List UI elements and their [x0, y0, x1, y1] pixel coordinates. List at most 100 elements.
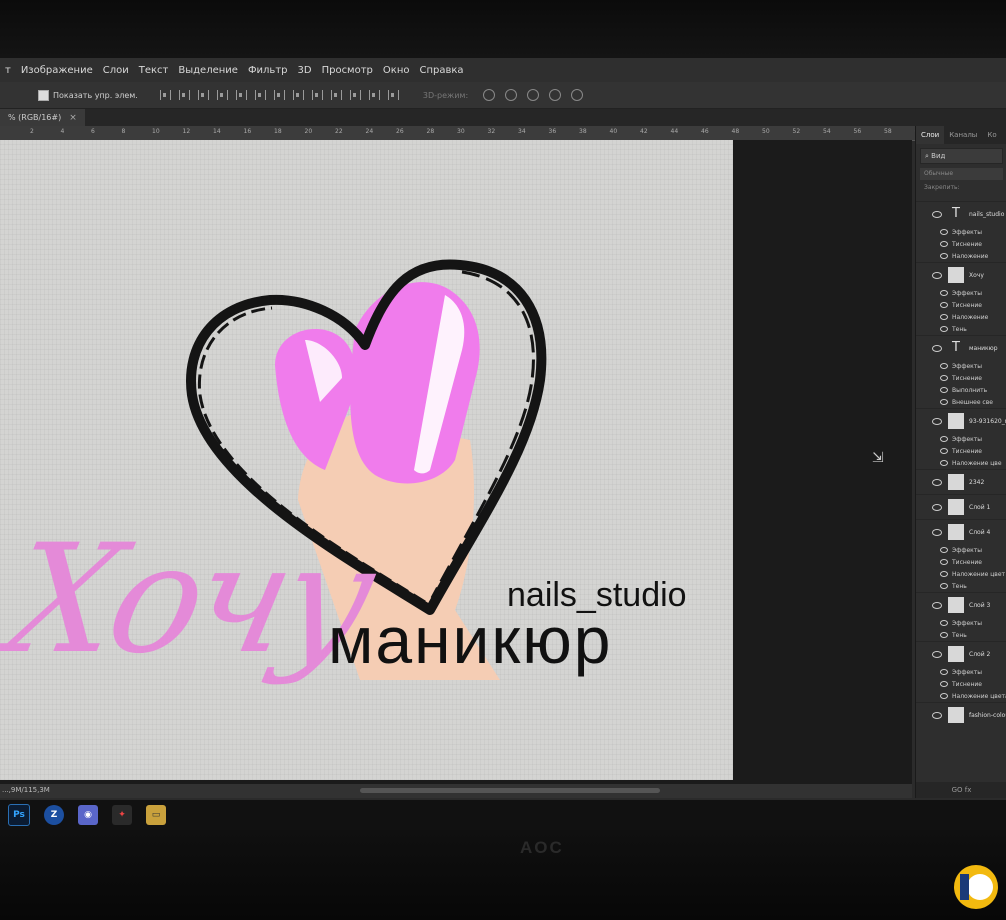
orbit-3d-icon[interactable]	[483, 89, 496, 101]
distribute-bottom-icon[interactable]	[311, 90, 323, 100]
layer-effect-row[interactable]: Внешнее све	[916, 396, 1006, 408]
layer-row[interactable]: Хочу	[916, 262, 1006, 287]
eye-icon[interactable]	[940, 363, 948, 369]
menu-item[interactable]: Справка	[414, 65, 468, 76]
eye-icon[interactable]	[940, 229, 948, 235]
eye-icon[interactable]	[940, 632, 948, 638]
scale-3d-icon[interactable]	[571, 89, 584, 101]
layer-row[interactable]: Слой 1	[916, 494, 1006, 519]
menu-item[interactable]: 3D	[293, 65, 317, 76]
taskbar-photoshop-icon[interactable]: Ps	[8, 804, 30, 826]
menu-item[interactable]: т	[0, 65, 16, 76]
layer-row[interactable]: fashion-colours-nail-vec	[916, 702, 1006, 727]
align-right-icon[interactable]	[254, 90, 266, 100]
eye-icon[interactable]	[940, 693, 948, 699]
layer-effect-row[interactable]: Тень	[916, 323, 1006, 335]
eye-icon[interactable]	[932, 601, 942, 609]
taskbar-bird-icon[interactable]: ✦	[112, 805, 132, 825]
layer-effect-row[interactable]: Выполнить	[916, 384, 1006, 396]
distribute-left-icon[interactable]	[330, 90, 342, 100]
layer-effect-row[interactable]: Эффекты	[916, 544, 1006, 556]
document-canvas[interactable]: Хочу nails_studio маникюр	[0, 140, 733, 780]
menu-item[interactable]: Просмотр	[317, 65, 378, 76]
taskbar-discord-icon[interactable]: ◉	[78, 805, 98, 825]
eye-icon[interactable]	[932, 528, 942, 536]
eye-icon[interactable]	[932, 478, 942, 486]
menu-item[interactable]: Слои	[98, 65, 134, 76]
layer-effect-row[interactable]: Наложение цве	[916, 457, 1006, 469]
document-tab[interactable]: % (RGB/16#) ×	[0, 109, 85, 126]
eye-icon[interactable]	[932, 271, 942, 279]
auto-align-icon[interactable]	[387, 90, 399, 100]
layer-row[interactable]: Слой 3	[916, 592, 1006, 617]
layer-effect-row[interactable]: Эффекты	[916, 360, 1006, 372]
menu-item[interactable]: Окно	[378, 65, 415, 76]
horizontal-scrollbar[interactable]	[360, 788, 660, 793]
menu-item[interactable]: Выделение	[173, 65, 243, 76]
distribute-center-icon[interactable]	[349, 90, 361, 100]
eye-icon[interactable]	[940, 241, 948, 247]
blend-mode-select[interactable]: Обычные	[920, 168, 1003, 180]
eye-icon[interactable]	[932, 344, 942, 352]
layer-effect-row[interactable]: Тиснение	[916, 445, 1006, 457]
layer-row[interactable]: Слой 2	[916, 641, 1006, 666]
eye-icon[interactable]	[940, 460, 948, 466]
panel-tab[interactable]: Каналы	[944, 131, 982, 139]
layer-effect-row[interactable]: Тиснение	[916, 238, 1006, 250]
align-left-icon[interactable]	[216, 90, 228, 100]
eye-icon[interactable]	[940, 448, 948, 454]
align-center-icon[interactable]	[235, 90, 247, 100]
layer-effect-row[interactable]: Наложение	[916, 250, 1006, 262]
eye-icon[interactable]	[932, 210, 942, 218]
eye-icon[interactable]	[940, 681, 948, 687]
eye-icon[interactable]	[940, 387, 948, 393]
distribute-top-icon[interactable]	[273, 90, 285, 100]
eye-icon[interactable]	[940, 669, 948, 675]
eye-icon[interactable]	[940, 253, 948, 259]
layer-effect-row[interactable]: Тиснение	[916, 556, 1006, 568]
distribute-right-icon[interactable]	[368, 90, 380, 100]
menu-item[interactable]: Изображение	[16, 65, 98, 76]
eye-icon[interactable]	[940, 326, 948, 332]
align-bottom-icon[interactable]	[197, 90, 209, 100]
taskbar-zona-icon[interactable]: Z	[44, 805, 64, 825]
eye-icon[interactable]	[940, 375, 948, 381]
layer-effect-row[interactable]: Эффекты	[916, 287, 1006, 299]
eye-icon[interactable]	[940, 290, 948, 296]
layer-effect-row[interactable]: Эффекты	[916, 226, 1006, 238]
layer-effect-row[interactable]: Тень	[916, 580, 1006, 592]
eye-icon[interactable]	[940, 571, 948, 577]
align-middle-icon[interactable]	[178, 90, 190, 100]
close-icon[interactable]: ×	[69, 113, 77, 123]
eye-icon[interactable]	[940, 436, 948, 442]
layer-row[interactable]: Tnails_studio	[916, 201, 1006, 226]
slide-3d-icon[interactable]	[549, 89, 562, 101]
panel-tab[interactable]: Ко	[982, 131, 1001, 139]
eye-icon[interactable]	[932, 711, 942, 719]
pan-3d-icon[interactable]	[527, 89, 540, 101]
eye-icon[interactable]	[940, 547, 948, 553]
layer-effect-row[interactable]: Эффекты	[916, 617, 1006, 629]
eye-icon[interactable]	[932, 417, 942, 425]
menu-item[interactable]: Фильтр	[243, 65, 293, 76]
layer-effect-row[interactable]: Эффекты	[916, 433, 1006, 445]
layer-effect-row[interactable]: Тень	[916, 629, 1006, 641]
align-top-icon[interactable]	[159, 90, 171, 100]
eye-icon[interactable]	[932, 650, 942, 658]
layer-filter-input[interactable]: ⌕ Вид	[920, 148, 1003, 164]
distribute-middle-icon[interactable]	[292, 90, 304, 100]
roll-3d-icon[interactable]	[505, 89, 518, 101]
layer-row[interactable]: 2342	[916, 469, 1006, 494]
eye-icon[interactable]	[932, 503, 942, 511]
layer-row[interactable]: Слой 4	[916, 519, 1006, 544]
eye-icon[interactable]	[940, 620, 948, 626]
panel-tab[interactable]: Слои	[916, 126, 945, 144]
layer-effect-row[interactable]: Наложение	[916, 311, 1006, 323]
eye-icon[interactable]	[940, 583, 948, 589]
layer-effect-row[interactable]: Наложение цвета	[916, 690, 1006, 702]
eye-icon[interactable]	[940, 302, 948, 308]
eye-icon[interactable]	[940, 399, 948, 405]
panel-bottom-toolbar[interactable]: GO fx	[916, 782, 1006, 798]
show-controls-checkbox[interactable]	[38, 89, 49, 101]
layer-row[interactable]: 93-931620_nhu	[916, 408, 1006, 433]
